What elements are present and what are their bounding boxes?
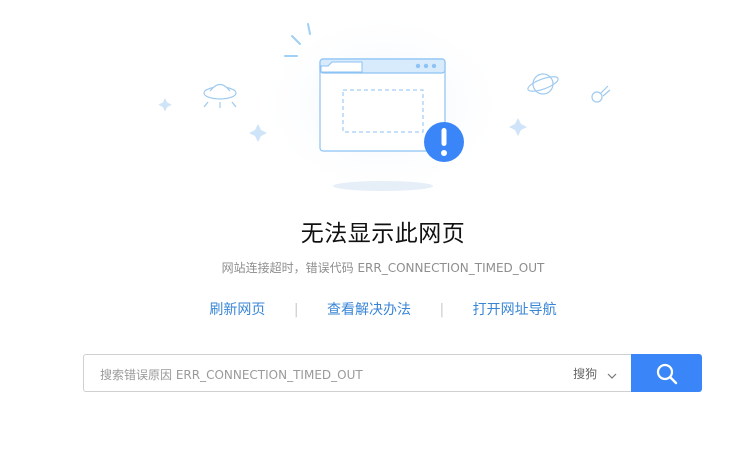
refresh-page-link[interactable]: 刷新网页 — [209, 302, 265, 318]
search-input[interactable] — [98, 363, 542, 387]
view-solutions-link[interactable]: 查看解决办法 — [327, 302, 411, 318]
search-button[interactable] — [631, 354, 702, 392]
page-title: 无法显示此网页 — [300, 221, 466, 247]
search-engine-select[interactable]: 搜狗 — [573, 365, 617, 382]
exclamation-icon — [424, 122, 464, 162]
link-divider: | — [439, 302, 445, 318]
search-engine-label: 搜狗 — [573, 367, 598, 381]
chevron-down-icon — [607, 368, 617, 382]
search-input-container: 搜狗 — [83, 354, 631, 392]
comet-icon — [591, 85, 611, 103]
ufo-icon — [203, 83, 237, 108]
planet-icon — [527, 73, 559, 95]
search-icon — [656, 363, 678, 385]
error-illustration — [150, 9, 620, 204]
link-divider: | — [293, 302, 299, 318]
search-bar: 搜狗 — [83, 354, 702, 392]
open-navigation-link[interactable]: 打开网址导航 — [473, 302, 557, 318]
action-links: 刷新网页 | 查看解决办法 | 打开网址导航 — [0, 299, 737, 319]
error-description: 网站连接超时，错误代码 ERR_CONNECTION_TIMED_OUT — [221, 261, 545, 275]
